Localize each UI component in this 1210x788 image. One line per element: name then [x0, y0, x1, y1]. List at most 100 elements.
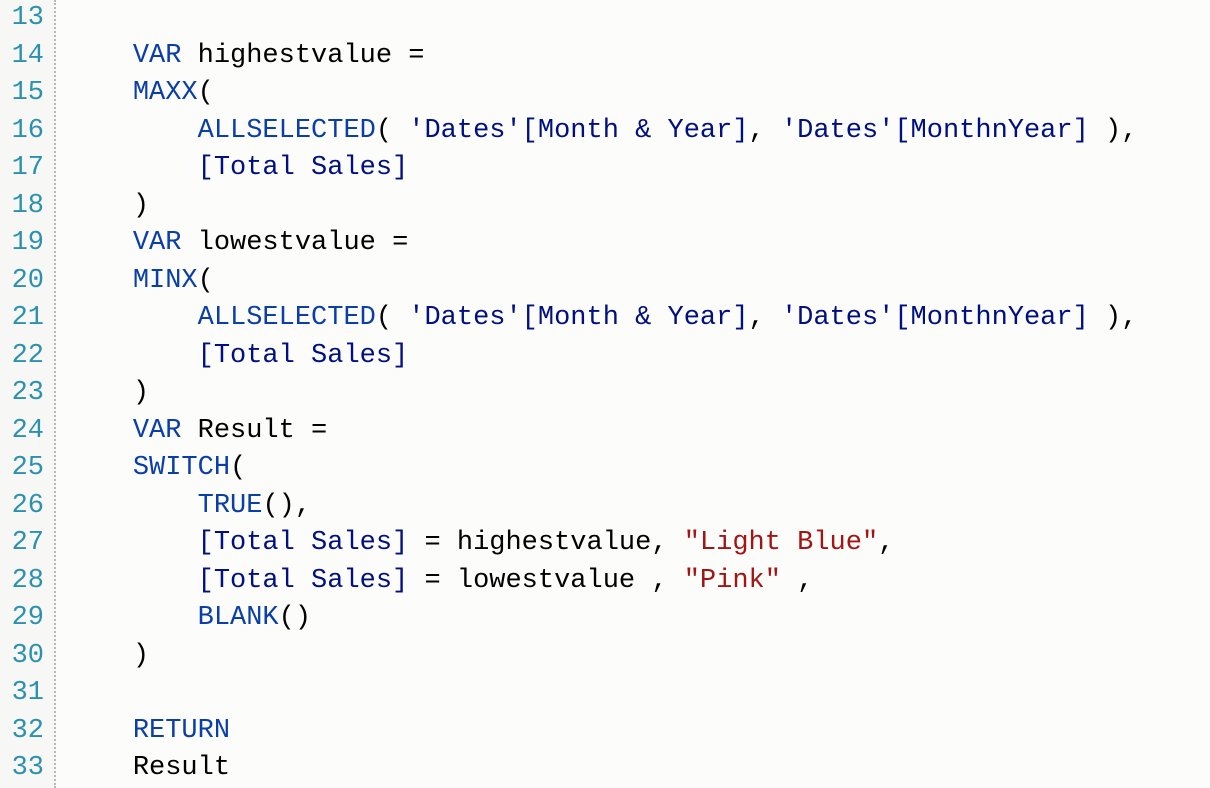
code-line[interactable]	[68, 0, 1210, 38]
token-kw: VAR	[133, 41, 182, 71]
token-op: =	[311, 416, 327, 446]
token-sp	[392, 41, 408, 71]
token-sp	[668, 566, 684, 596]
token-sp	[765, 303, 781, 333]
token-id: Result	[198, 416, 295, 446]
token-fn: SWITCH	[133, 453, 230, 483]
code-line[interactable]: )	[68, 638, 1210, 676]
token-sp	[295, 416, 311, 446]
code-line[interactable]: Result	[68, 750, 1210, 788]
token-op: ,	[1121, 303, 1137, 333]
line-number: 24	[0, 413, 54, 451]
token-pn: )	[1105, 116, 1121, 146]
token-pn: (	[376, 116, 392, 146]
token-kw: VAR	[133, 416, 182, 446]
line-number: 15	[0, 75, 54, 113]
token-pn: )	[1105, 303, 1121, 333]
line-number: 20	[0, 263, 54, 301]
token-op: =	[424, 528, 440, 558]
token-indent	[68, 641, 133, 671]
line-number: 25	[0, 450, 54, 488]
token-col: 'Dates'[Month & Year]	[408, 116, 748, 146]
token-fn: TRUE	[198, 491, 263, 521]
token-sp	[781, 566, 797, 596]
token-op: =	[392, 228, 408, 258]
token-op: ,	[651, 566, 667, 596]
code-editor[interactable]: 1314151617181920212223242526272829303132…	[0, 0, 1210, 788]
token-op: ,	[651, 528, 667, 558]
line-number: 29	[0, 600, 54, 638]
code-line[interactable]: )	[68, 188, 1210, 226]
line-number: 30	[0, 638, 54, 676]
line-number: 27	[0, 525, 54, 563]
line-number: 23	[0, 375, 54, 413]
token-indent	[68, 228, 133, 258]
code-line[interactable]: [Total Sales] = lowestvalue , "Pink" ,	[68, 563, 1210, 601]
code-area[interactable]: VAR highestvalue = MAXX( ALLSELECTED( 'D…	[56, 0, 1210, 788]
token-str: "Light Blue"	[684, 528, 878, 558]
token-indent	[68, 603, 198, 633]
code-line[interactable]: VAR Result =	[68, 413, 1210, 451]
line-number: 33	[0, 750, 54, 788]
token-id: lowestvalue	[457, 566, 635, 596]
code-line[interactable]: BLANK()	[68, 600, 1210, 638]
token-pn: )	[133, 191, 149, 221]
code-line[interactable]: [Total Sales] = highestvalue, "Light Blu…	[68, 525, 1210, 563]
code-line[interactable]: SWITCH(	[68, 450, 1210, 488]
token-sp	[441, 528, 457, 558]
code-line[interactable]	[68, 675, 1210, 713]
token-sp	[1089, 116, 1105, 146]
token-op: ,	[749, 116, 765, 146]
token-indent	[68, 378, 133, 408]
line-number: 14	[0, 38, 54, 76]
code-line[interactable]: ALLSELECTED( 'Dates'[Month & Year], 'Dat…	[68, 113, 1210, 151]
token-kw: VAR	[133, 228, 182, 258]
token-indent	[68, 528, 198, 558]
token-id: Result	[133, 753, 230, 783]
code-line[interactable]: [Total Sales]	[68, 338, 1210, 376]
code-line[interactable]: MAXX(	[68, 75, 1210, 113]
line-number: 13	[0, 0, 54, 38]
token-indent	[68, 416, 133, 446]
token-indent	[68, 191, 133, 221]
line-number: 16	[0, 113, 54, 151]
code-line[interactable]: MINX(	[68, 263, 1210, 301]
code-line[interactable]: [Total Sales]	[68, 150, 1210, 188]
token-sp	[441, 566, 457, 596]
code-line[interactable]: ALLSELECTED( 'Dates'[Month & Year], 'Dat…	[68, 300, 1210, 338]
token-col: [Total Sales]	[198, 153, 409, 183]
token-col: [Total Sales]	[198, 566, 409, 596]
token-indent	[68, 266, 133, 296]
token-indent	[68, 491, 198, 521]
token-sp	[181, 416, 197, 446]
token-id: highestvalue	[457, 528, 651, 558]
token-sp	[376, 228, 392, 258]
token-sp	[181, 228, 197, 258]
token-kw: RETURN	[133, 716, 230, 746]
token-sp	[392, 116, 408, 146]
line-number: 26	[0, 488, 54, 526]
token-op: ,	[878, 528, 894, 558]
token-col: [Total Sales]	[198, 528, 409, 558]
token-op: ,	[749, 303, 765, 333]
token-sp	[181, 41, 197, 71]
code-line[interactable]: TRUE(),	[68, 488, 1210, 526]
token-indent	[68, 303, 198, 333]
token-col: 'Dates'[MonthnYear]	[781, 303, 1089, 333]
line-number: 32	[0, 713, 54, 751]
token-indent	[68, 566, 198, 596]
token-sp	[408, 566, 424, 596]
token-pn: (	[198, 266, 214, 296]
code-line[interactable]: VAR lowestvalue =	[68, 225, 1210, 263]
token-fn: MAXX	[133, 78, 198, 108]
token-indent	[68, 78, 133, 108]
code-line[interactable]: )	[68, 375, 1210, 413]
code-line[interactable]: VAR highestvalue =	[68, 38, 1210, 76]
token-id: highestvalue	[198, 41, 392, 71]
token-indent	[68, 453, 133, 483]
code-line[interactable]: RETURN	[68, 713, 1210, 751]
token-pn: ()	[262, 491, 294, 521]
token-op: =	[408, 41, 424, 71]
token-op: ,	[295, 491, 311, 521]
token-str: "Pink"	[684, 566, 781, 596]
